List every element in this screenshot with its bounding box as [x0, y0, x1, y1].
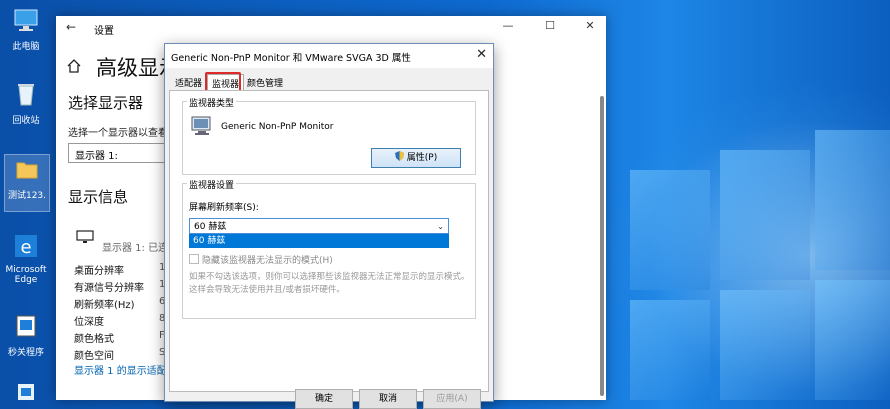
- desktop-icon-folder[interactable]: 测试123.: [4, 154, 50, 212]
- monitor-settings-label: 监视器设置: [187, 178, 237, 191]
- svg-text:e: e: [20, 237, 31, 258]
- refresh-rate-label: 屏幕刷新频率(S):: [189, 203, 259, 213]
- desktop-icon-program[interactable]: 秒关程序: [4, 312, 48, 358]
- info-label: 位深度: [74, 317, 104, 328]
- settings-title: 设置: [94, 26, 114, 37]
- monitor-properties-button[interactable]: 属性(P): [371, 148, 461, 168]
- shield-icon: [394, 151, 404, 161]
- select-display-heading: 选择显示器: [68, 94, 144, 112]
- info-label: 有源信号分辨率: [74, 283, 144, 294]
- desktop-icon-label: 此电脑: [12, 42, 40, 52]
- tab-adapter[interactable]: 适配器: [171, 74, 206, 91]
- display-select[interactable]: 显示器 1:: [68, 143, 168, 163]
- desktop-icon-partial[interactable]: [4, 382, 48, 400]
- desktop-icon-label: 秒关程序: [7, 348, 44, 358]
- home-icon[interactable]: [66, 58, 82, 74]
- adapter-properties-link[interactable]: 显示器 1 的显示适配: [74, 362, 167, 377]
- dialog-close-icon[interactable]: ✕: [476, 47, 487, 62]
- refresh-rate-option[interactable]: 60 赫兹: [189, 234, 449, 248]
- app-icon: [18, 384, 34, 400]
- refresh-rate-select[interactable]: 60 赫兹 ⌄: [189, 218, 449, 234]
- desktop-icon-this-pc[interactable]: 此电脑: [4, 6, 48, 52]
- maximize-icon[interactable]: ☐: [536, 19, 564, 32]
- close-icon[interactable]: ✕: [576, 19, 604, 32]
- desktop-icon-edge[interactable]: e Microsoft Edge: [4, 232, 48, 285]
- monitor-properties-dialog: Generic Non-PnP Monitor 和 VMware SVGA 3D…: [164, 43, 494, 409]
- apply-button[interactable]: 应用(A): [423, 389, 481, 409]
- description-line-2: 这样会导致无法使用并且/或者损坏硬件。: [189, 285, 345, 295]
- info-label: 刷新频率(Hz): [74, 300, 135, 311]
- cancel-button[interactable]: 取消: [359, 389, 417, 409]
- dialog-titlebar: Generic Non-PnP Monitor 和 VMware SVGA 3D…: [165, 44, 493, 68]
- back-arrow-icon[interactable]: ←: [66, 20, 76, 34]
- monitor-device-icon: [191, 116, 211, 135]
- wallpaper-light-panels: [590, 110, 890, 400]
- minimize-icon[interactable]: —: [494, 19, 522, 32]
- monitor-settings-group: 监视器设置 屏幕刷新频率(S): 60 赫兹 ⌄ 60 赫兹 隐藏该监视器无法显…: [182, 178, 476, 319]
- description-line-1: 如果不勾选该选项，则你可以选择那些该监视器无法正常显示的显示模式。: [189, 272, 470, 282]
- tab-highlight-box: [205, 72, 241, 92]
- tab-color-management[interactable]: 颜色管理: [243, 74, 287, 91]
- monitor-icon: [76, 230, 94, 243]
- refresh-rate-value: 60 赫兹: [194, 222, 227, 232]
- this-pc-icon: [14, 9, 38, 31]
- monitor-tab-panel: 监视器类型 Generic Non-PnP Monitor 属性(P) 监视器设…: [169, 90, 489, 392]
- scrollbar[interactable]: [600, 96, 604, 396]
- edge-icon: e: [15, 235, 37, 258]
- monitor-type-label: 监视器类型: [187, 96, 237, 109]
- hide-modes-checkbox[interactable]: [189, 254, 199, 264]
- chevron-down-icon: ⌄: [437, 222, 444, 231]
- program-icon: [16, 315, 36, 337]
- folder-icon: [16, 162, 38, 179]
- monitor-name: Generic Non-PnP Monitor: [221, 122, 334, 132]
- display-name: 显示器 1: 已连: [102, 243, 169, 254]
- info-label: 颜色格式: [74, 334, 114, 345]
- desktop-icon-label: Microsoft Edge: [5, 265, 47, 285]
- desktop-icon-recycle-bin[interactable]: 回收站: [4, 80, 48, 126]
- info-label: 桌面分辨率: [74, 266, 124, 277]
- hide-modes-checkbox-row[interactable]: 隐藏该监视器无法显示的模式(H): [189, 253, 333, 266]
- info-label: 颜色空间: [74, 351, 114, 362]
- desktop-icon-label: 测试123.: [7, 191, 47, 201]
- recycle-bin-icon: [18, 84, 34, 106]
- desktop-icon-label: 回收站: [12, 116, 40, 126]
- hide-modes-label: 隐藏该监视器无法显示的模式(H): [202, 256, 333, 266]
- properties-button-label: 属性(P): [406, 153, 438, 163]
- ok-button[interactable]: 确定: [295, 389, 353, 409]
- monitor-type-group: 监视器类型 Generic Non-PnP Monitor 属性(P): [182, 96, 476, 175]
- display-info-heading: 显示信息: [68, 188, 129, 206]
- dialog-title: Generic Non-PnP Monitor 和 VMware SVGA 3D…: [171, 53, 411, 64]
- select-display-prompt: 选择一个显示器以查看: [68, 128, 168, 139]
